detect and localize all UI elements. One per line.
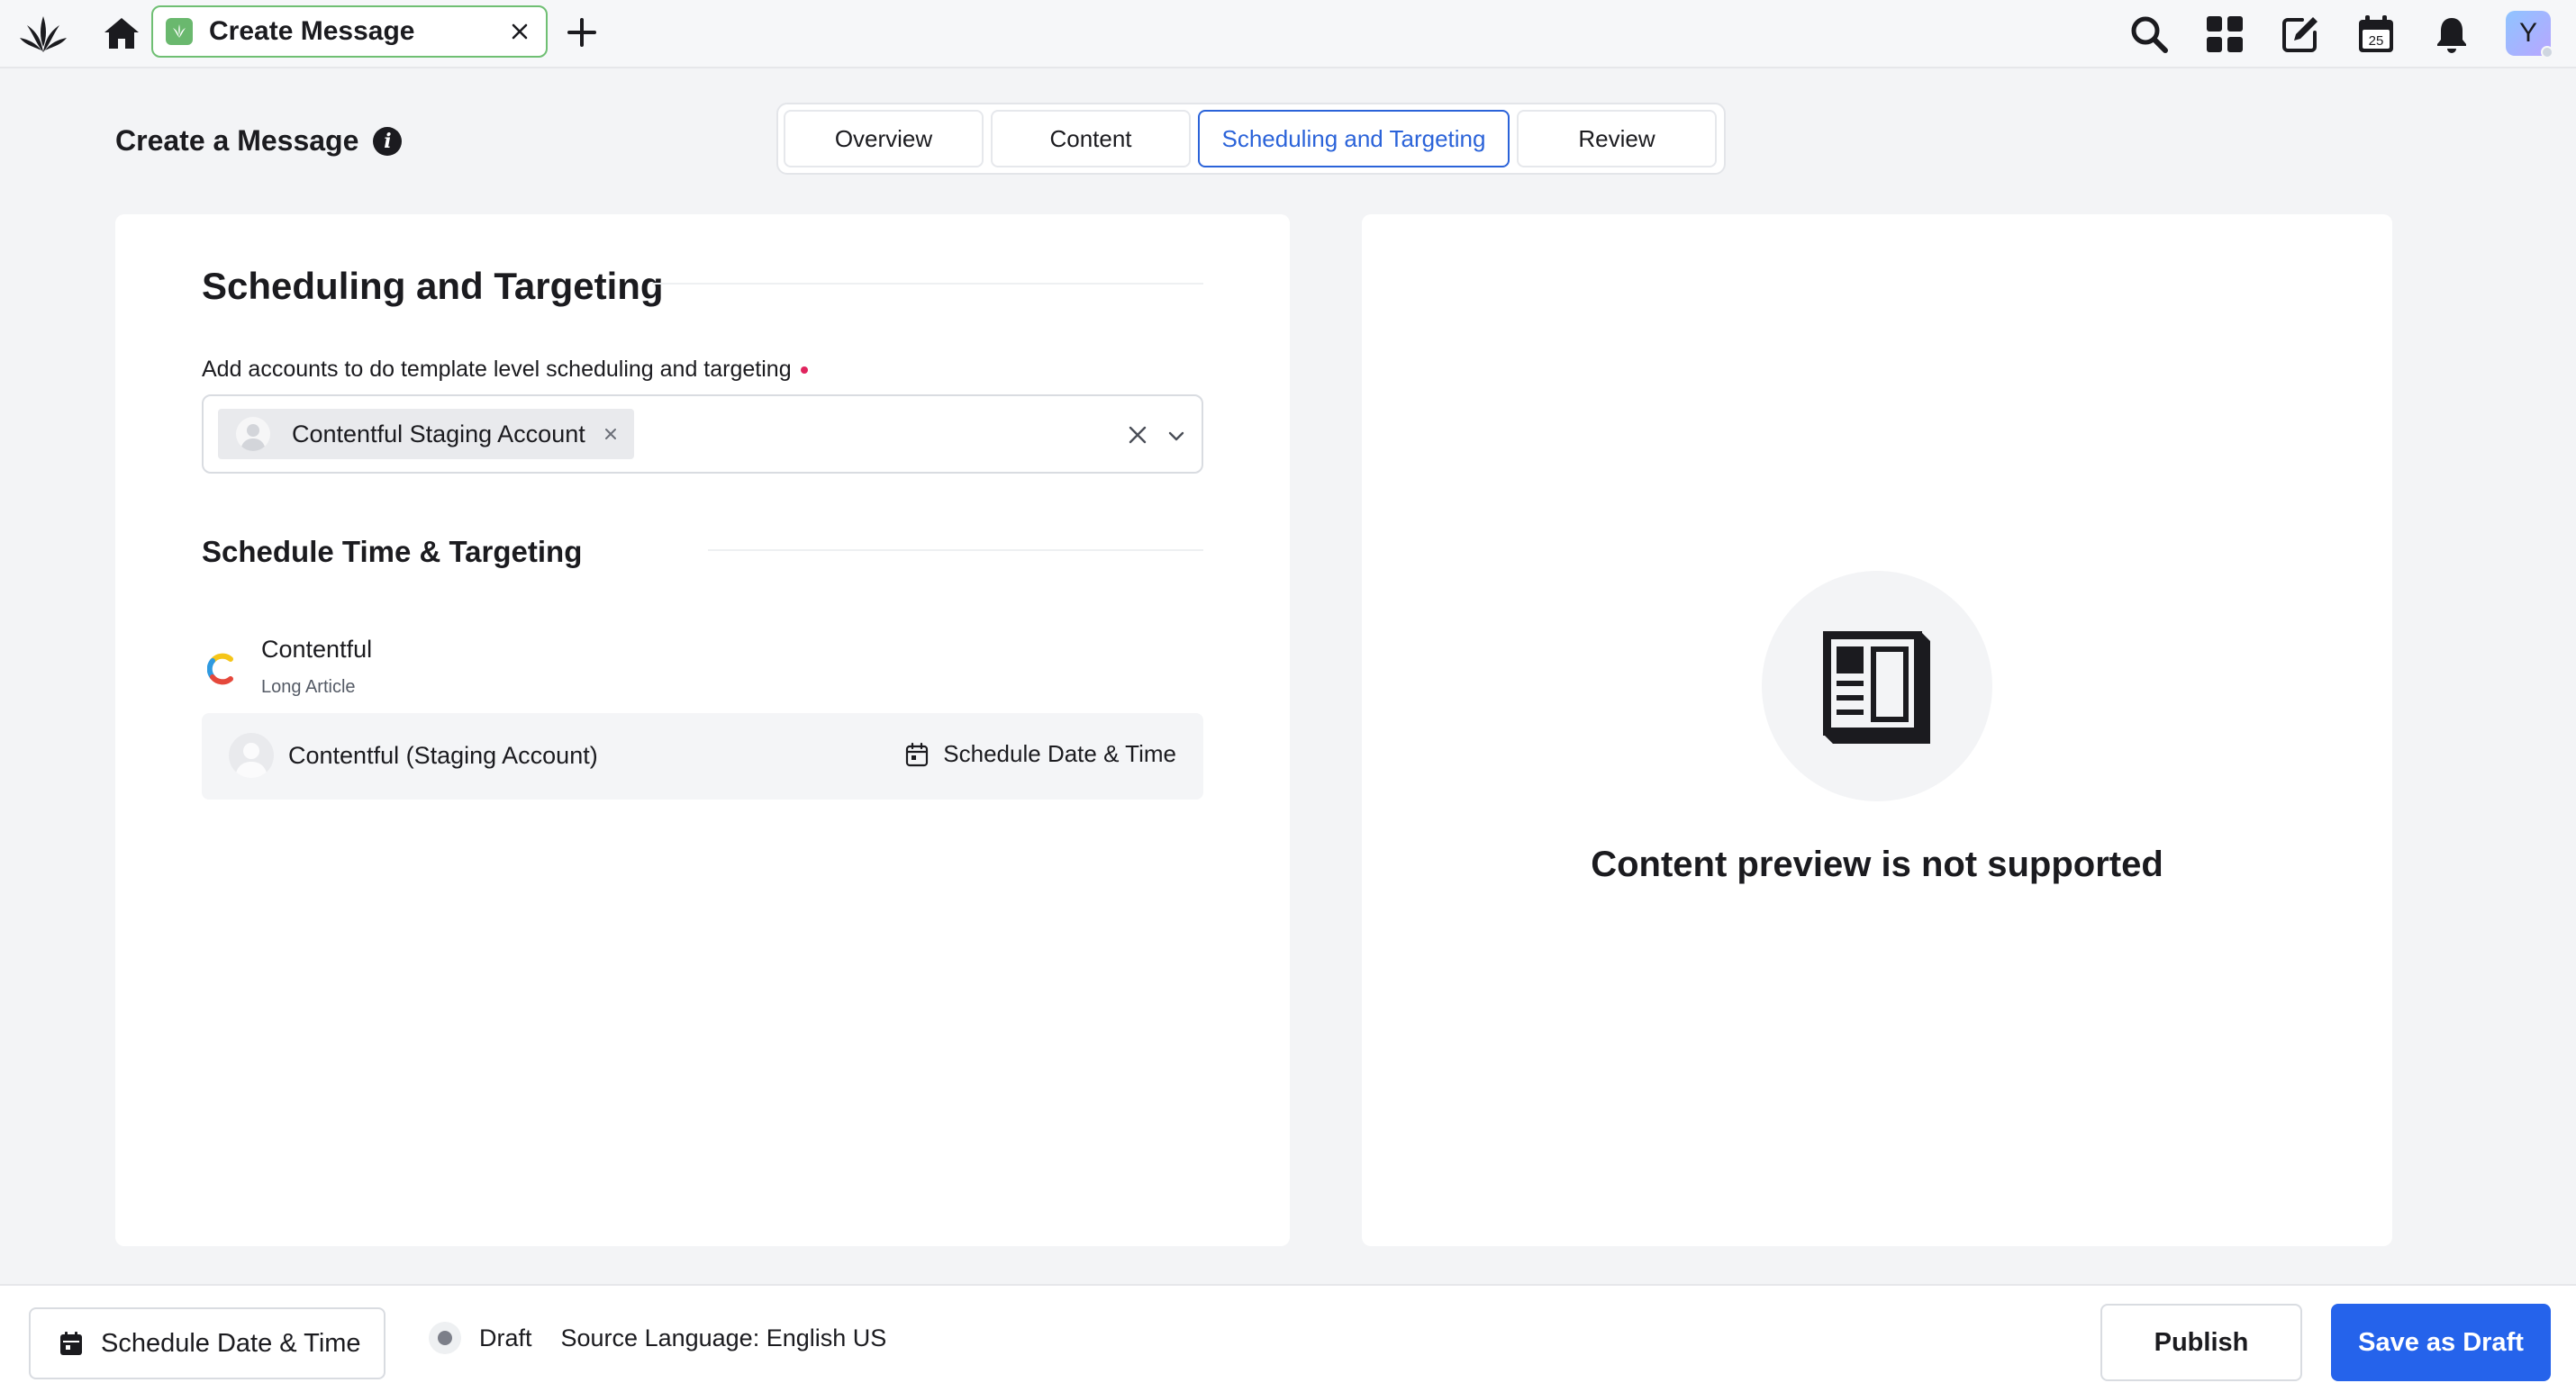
section-title: Scheduling and Targeting — [202, 265, 664, 307]
schedule-date-time-button[interactable]: Schedule Date & Time — [29, 1307, 385, 1379]
preview-placeholder — [1762, 571, 1992, 801]
schedule-button-label: Schedule Date & Time — [101, 1328, 361, 1358]
remove-chip-icon[interactable] — [600, 423, 621, 445]
accounts-field-label: Add accounts to do template level schedu… — [202, 357, 808, 383]
channel-content-type: Long Article — [261, 677, 356, 697]
compose-icon[interactable] — [2277, 11, 2324, 58]
info-icon[interactable]: i — [373, 126, 403, 156]
status-indicator — [429, 1322, 461, 1354]
contentful-logo-icon — [206, 652, 236, 686]
open-tab-create-message[interactable]: Create Message — [151, 5, 548, 58]
save-as-draft-button[interactable]: Save as Draft — [2331, 1304, 2551, 1381]
chevron-down-icon[interactable] — [1164, 423, 1189, 448]
subsection-divider — [708, 549, 1203, 551]
preview-message: Content preview is not supported — [1591, 845, 2163, 884]
close-icon[interactable] — [501, 13, 539, 50]
account-schedule-button[interactable]: Schedule Date & Time — [905, 740, 1176, 768]
grid-icon[interactable] — [2201, 11, 2248, 58]
plus-icon[interactable] — [564, 14, 600, 50]
preview-panel: Content preview is not supported — [1362, 214, 2392, 1246]
top-bar: Create Message 25 Y — [0, 0, 2576, 68]
page-title-text: Create a Message — [115, 124, 359, 157]
account-schedule-label: Schedule Date & Time — [943, 740, 1176, 767]
home-icon[interactable] — [101, 14, 142, 54]
channel-header: Contentful Long Article — [202, 630, 1203, 702]
tab-review[interactable]: Review — [1517, 110, 1717, 167]
presence-dot — [2541, 46, 2553, 59]
selected-account-chip: Contentful Staging Account — [218, 409, 634, 459]
bottom-bar: Schedule Date & Time Draft Source Langua… — [0, 1284, 2576, 1392]
tab-overview[interactable]: Overview — [784, 110, 984, 167]
tab-scheduling-and-targeting[interactable]: Scheduling and Targeting — [1198, 110, 1510, 167]
selected-account-label: Contentful Staging Account — [292, 420, 585, 447]
status-label: Draft — [479, 1324, 532, 1351]
tab-label: Create Message — [209, 16, 415, 46]
calendar-day: 25 — [2369, 33, 2384, 49]
source-language: Source Language: English US — [560, 1324, 887, 1351]
scheduling-panel: Scheduling and Targeting Add accounts to… — [115, 214, 1290, 1246]
bell-icon[interactable] — [2428, 11, 2475, 58]
newspaper-icon — [1823, 631, 1930, 744]
account-schedule-row: Contentful (Staging Account) Schedule Da… — [202, 713, 1203, 800]
account-name: Contentful (Staging Account) — [288, 742, 598, 769]
calendar-icon — [60, 1332, 82, 1355]
tab-content[interactable]: Content — [991, 110, 1191, 167]
publish-button[interactable]: Publish — [2100, 1304, 2302, 1381]
section-divider — [652, 283, 1203, 285]
page-title: Create a Message i — [115, 124, 403, 158]
account-avatar-icon — [236, 417, 270, 451]
accounts-label-text: Add accounts to do template level schedu… — [202, 357, 792, 382]
message-status: Draft Source Language: English US — [429, 1322, 886, 1354]
channel-name: Contentful — [261, 636, 373, 663]
calendar-icon[interactable]: 25 — [2353, 11, 2399, 58]
user-avatar[interactable]: Y — [2506, 11, 2553, 59]
schedule-subtitle: Schedule Time & Targeting — [202, 535, 583, 568]
accounts-select[interactable]: Contentful Staging Account — [202, 394, 1203, 474]
calendar-icon — [906, 742, 929, 766]
search-icon[interactable] — [2126, 11, 2172, 58]
brand-logo-icon[interactable] — [18, 11, 68, 58]
message-app-icon — [166, 18, 193, 45]
clear-selection-icon[interactable] — [1124, 421, 1151, 448]
required-indicator — [800, 366, 808, 375]
account-avatar-icon — [229, 733, 274, 778]
step-tabs: Overview Content Scheduling and Targetin… — [776, 103, 1726, 175]
user-initial: Y — [2518, 18, 2537, 48]
